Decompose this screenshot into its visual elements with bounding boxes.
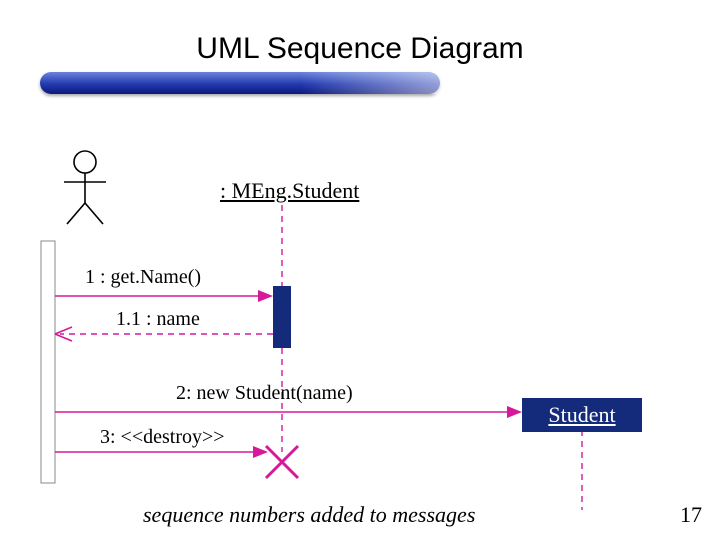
slide-number: 17 xyxy=(680,502,702,528)
activation-meng xyxy=(273,286,291,348)
msg2-label: 2: new Student(name) xyxy=(176,382,353,405)
actor-activation xyxy=(41,241,55,483)
slide: { "title": "UML Sequence Diagram", "obje… xyxy=(0,0,720,540)
msg1-label: 1 : get.Name() xyxy=(85,266,201,289)
msg3-label: 3: <<destroy>> xyxy=(100,426,225,449)
object-student-label: Student xyxy=(548,402,615,427)
msg2-arrowhead xyxy=(507,406,522,418)
msg1-arrowhead xyxy=(258,290,273,302)
object-student-box: Student xyxy=(522,398,642,432)
actor-icon xyxy=(64,151,106,224)
msg1_1-label: 1.1 : name xyxy=(116,308,200,331)
object-meng-label: : MEng.Student xyxy=(220,178,359,204)
caption: sequence numbers added to messages xyxy=(143,502,475,528)
